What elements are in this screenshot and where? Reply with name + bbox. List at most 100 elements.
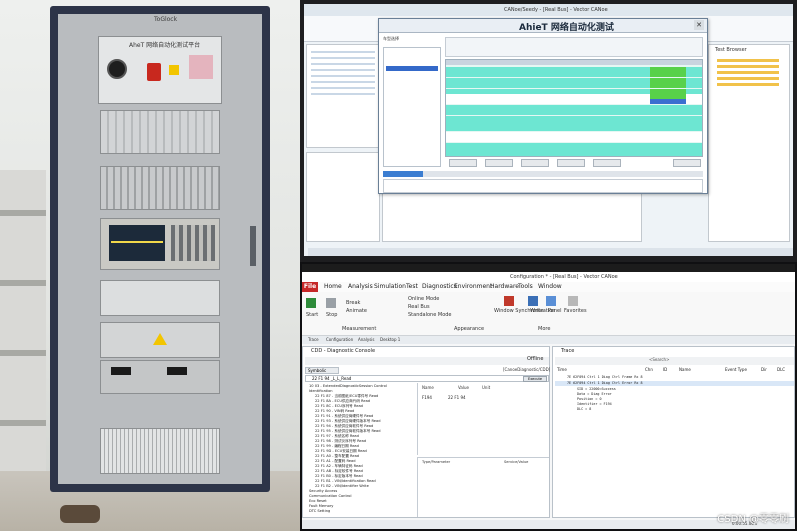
write-icon[interactable] (528, 296, 538, 306)
folder-row[interactable] (717, 71, 779, 74)
folder-row[interactable] (717, 77, 779, 80)
result-row[interactable] (446, 104, 702, 110)
animate-button[interactable]: Animate (346, 308, 367, 314)
list-item[interactable] (311, 75, 375, 77)
tree-item[interactable]: 22 F1 B1 - VIN/Identification Read (315, 479, 376, 483)
diagnostic-console[interactable]: CDD - Diagnostic Console Offline Symboli… (302, 346, 550, 518)
tree-item[interactable]: Communication Control (309, 494, 351, 498)
folder-row[interactable] (717, 65, 779, 68)
folder-row[interactable] (717, 59, 779, 62)
dialog-button[interactable] (449, 159, 477, 167)
window-sync-button[interactable]: Window Synchronization (494, 308, 555, 314)
dialog-button[interactable] (521, 159, 549, 167)
window-sync-icon[interactable] (504, 296, 514, 306)
result-row[interactable] (446, 131, 702, 137)
close-icon[interactable]: ✕ (694, 20, 704, 30)
list-item[interactable] (311, 63, 375, 65)
panel-icon[interactable] (546, 296, 556, 306)
write-button[interactable]: Write (530, 308, 543, 314)
result-row[interactable] (446, 115, 702, 121)
trace-search-input[interactable]: <Search> (649, 357, 669, 362)
tab-tools[interactable]: Tools (518, 283, 533, 290)
tree-item[interactable]: Identification (309, 389, 333, 393)
result-row[interactable] (446, 148, 702, 153)
dialog-button[interactable] (673, 159, 701, 167)
list-item[interactable] (311, 69, 375, 71)
tab-diagnostics[interactable]: Diagnostics (422, 283, 457, 290)
stop-button[interactable]: Stop (326, 312, 337, 318)
trace-window[interactable]: Trace <Search> Time Chn ID Name Event Ty… (552, 346, 795, 518)
result-row[interactable] (446, 142, 702, 148)
real-bus-button[interactable]: Real Bus (408, 304, 430, 310)
list-item[interactable] (311, 51, 375, 53)
test-result-table[interactable] (445, 59, 703, 157)
status-cell (650, 132, 686, 137)
stop-icon[interactable] (326, 298, 336, 308)
request-input[interactable]: 22 F1 94 _L_L_Read (305, 375, 549, 382)
tab-environment[interactable]: Environment (454, 283, 492, 290)
tab-analysis[interactable]: Analysis (348, 283, 373, 290)
list-item[interactable] (311, 81, 375, 83)
tab-hardware[interactable]: Hardware (490, 283, 519, 290)
result-row[interactable] (446, 94, 702, 99)
result-row[interactable] (446, 99, 702, 105)
trace-row[interactable]: 7E 62F094 Ctrl 1 Diag Ctrl Frame Rx 8 (567, 375, 643, 379)
result-row[interactable] (446, 121, 702, 126)
start-icon[interactable] (306, 298, 316, 308)
standalone-mode-button[interactable]: Standalone Mode (408, 312, 452, 318)
offline-toggle[interactable]: Offline (527, 356, 543, 362)
tab-configuration[interactable]: Configuration (326, 337, 353, 342)
service-tree[interactable]: 10 03 - ExtendedDiagnosticSession Contro… (305, 383, 415, 517)
execute-button[interactable]: Execute (523, 376, 547, 382)
tree-selected-item[interactable] (386, 66, 438, 71)
tree-item[interactable]: Fault Memory (309, 504, 333, 508)
result-row[interactable] (446, 88, 702, 94)
trace-row[interactable]: 7E 62F094 Ctrl 1 Diag Ctrl Error Rx 8 (567, 381, 643, 385)
list-item[interactable] (311, 87, 375, 89)
tab-trace[interactable]: Trace (308, 337, 319, 342)
tree-item[interactable]: DTC Setting (309, 509, 330, 513)
tree-item[interactable]: Eco Reset (309, 499, 327, 503)
symbolic-select[interactable]: Symbolic (305, 367, 339, 374)
tab-test[interactable]: Test (406, 283, 418, 290)
ahiet-test-dialog[interactable]: AhieT 网络自动化测试 ✕ 车型选择 (378, 18, 708, 194)
list-item[interactable] (311, 57, 375, 59)
tab-simulation[interactable]: Simulation (374, 283, 406, 290)
trace-detail: DLC = 8 (577, 407, 592, 411)
vehicle-tree[interactable] (383, 47, 441, 167)
dialog-button[interactable] (593, 159, 621, 167)
tab-window[interactable]: Window (538, 283, 562, 290)
result-row[interactable] (446, 153, 702, 156)
dialog-button[interactable] (485, 159, 513, 167)
result-row[interactable] (446, 83, 702, 89)
tab-desktop-1[interactable]: Desktop 1 (380, 337, 400, 342)
result-row[interactable] (446, 126, 702, 132)
value-name: F194 (422, 395, 432, 400)
result-row[interactable] (446, 72, 702, 78)
favorites-button[interactable]: Favorites (564, 308, 587, 314)
list-item[interactable] (311, 93, 375, 95)
tree-item[interactable]: 22 F1 B2 - VIN/Identifier Write (315, 484, 369, 488)
result-row[interactable] (446, 77, 702, 83)
measurement-list[interactable] (306, 44, 380, 148)
tab-home[interactable]: Home (324, 283, 342, 290)
tab-file[interactable]: File (302, 282, 318, 292)
tree-item[interactable]: 10 03 - ExtendedDiagnosticSession Contro… (309, 384, 387, 388)
break-button[interactable]: Break (346, 300, 360, 306)
result-row[interactable] (446, 67, 702, 72)
test-browser-panel[interactable]: Test Browser (708, 44, 790, 242)
trace-detail: SID = 22000=Success (577, 387, 616, 391)
psu-display (111, 367, 131, 375)
panel-button[interactable]: Panel (548, 308, 562, 314)
result-row[interactable] (446, 110, 702, 116)
tab-test-browser[interactable]: Test Browser (715, 47, 747, 53)
start-button[interactable]: Start (306, 312, 318, 318)
tab-analysis-doc[interactable]: Analysis (358, 337, 374, 342)
result-row[interactable] (446, 137, 702, 143)
online-mode-button[interactable]: Online Mode (408, 296, 439, 302)
folder-row[interactable] (717, 83, 779, 86)
status-cell (650, 153, 686, 156)
dialog-button[interactable] (557, 159, 585, 167)
star-icon[interactable] (568, 296, 578, 306)
tree-item[interactable]: Security Access (309, 489, 337, 493)
